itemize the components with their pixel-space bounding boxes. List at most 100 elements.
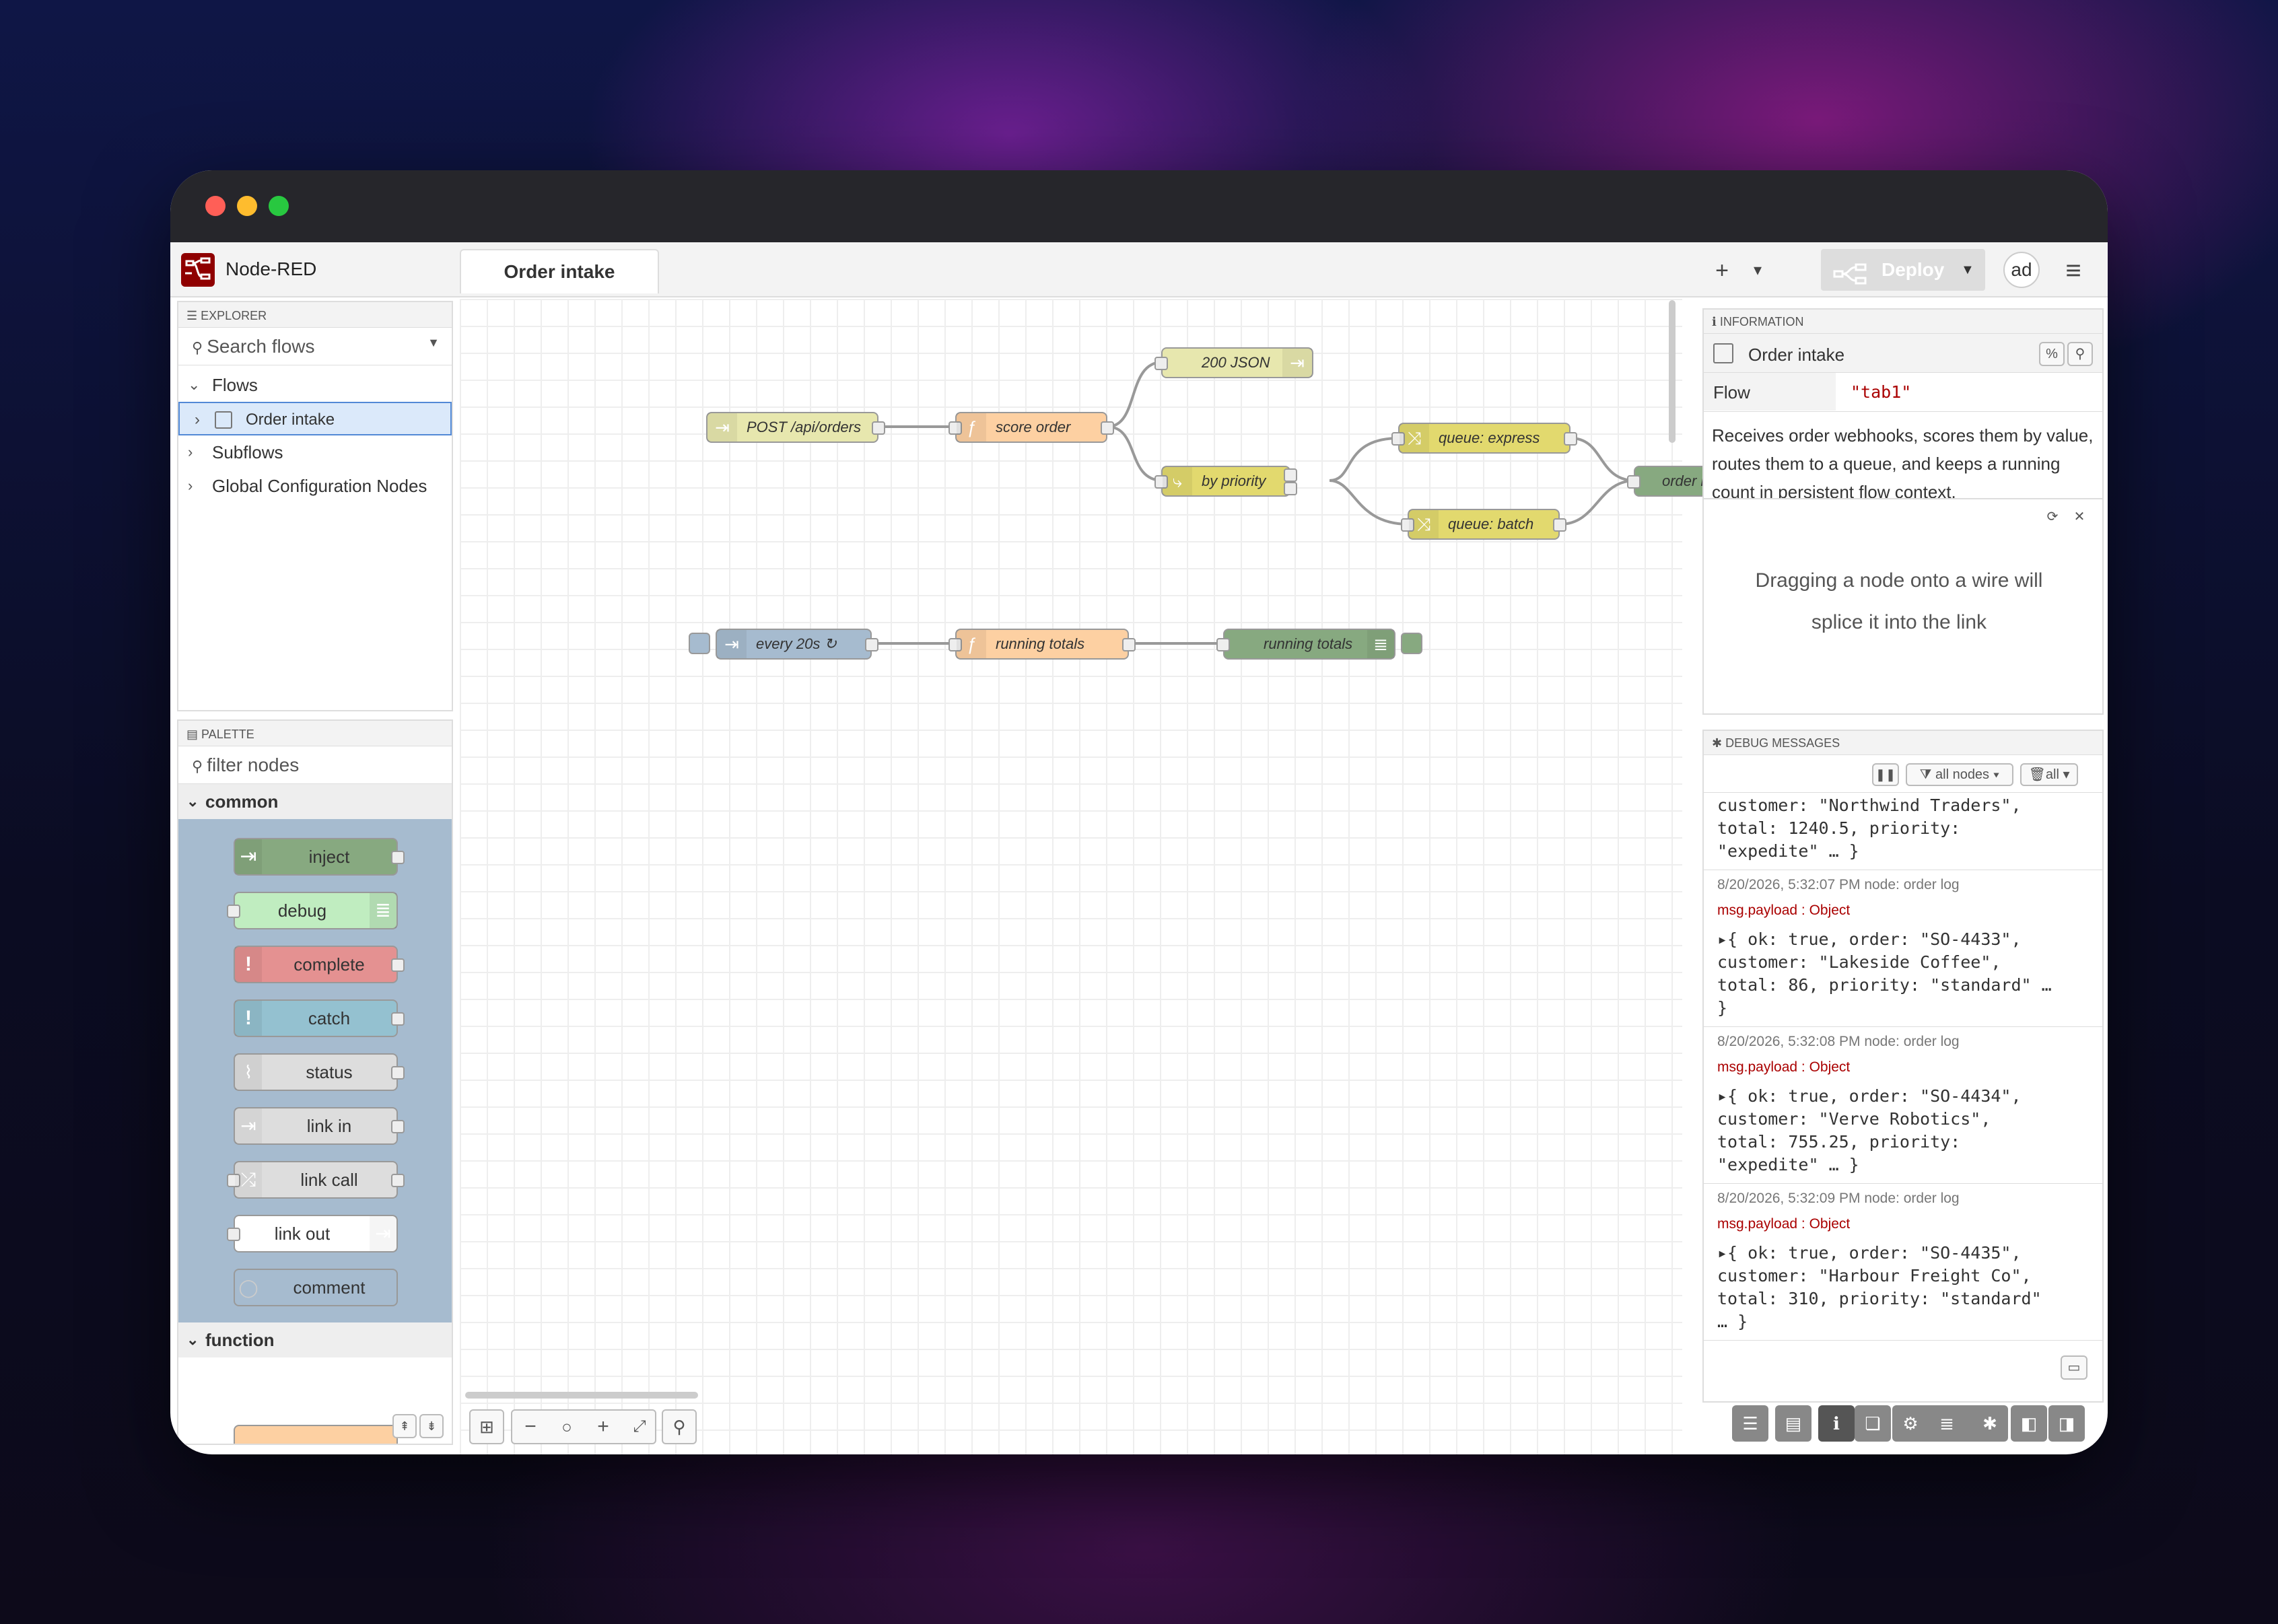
flow-node-switch-by-priority[interactable]: ⤷ by priority <box>1154 466 1297 497</box>
output-port[interactable] <box>1564 432 1577 446</box>
output-port[interactable] <box>872 421 885 435</box>
maximize-window-button[interactable] <box>269 196 289 216</box>
tree-item-flows[interactable]: ⌄ Flows <box>178 368 452 402</box>
palette-node-function-partial[interactable] <box>234 1425 398 1444</box>
palette-node-link-call[interactable]: ⤮ link call <box>227 1161 405 1199</box>
wire[interactable] <box>1329 479 1410 526</box>
palette-node-link-in[interactable]: ⇥ link in <box>234 1107 405 1145</box>
navigator-map-icon[interactable]: ⊞ <box>469 1409 504 1444</box>
palette-category-common[interactable]: ⌄ common <box>178 784 452 819</box>
help-tab-icon[interactable]: ❏ <box>1855 1405 1891 1442</box>
debug-tab-icon[interactable]: ✱ <box>1972 1405 2008 1442</box>
debug-toggle-button[interactable] <box>1401 633 1422 654</box>
output-port[interactable] <box>1122 638 1136 651</box>
output-port[interactable] <box>1284 482 1297 495</box>
flow-node-change-queue-batch[interactable]: ⤨ queue: batch <box>1401 509 1566 540</box>
config-tab-icon[interactable]: ⚙ <box>1892 1405 1929 1442</box>
wire[interactable] <box>1107 425 1163 482</box>
tree-item-order-intake[interactable]: › Order intake <box>178 402 452 435</box>
debug-message-body[interactable]: ▸{ ok: true, order: "SO-4435", customer: … <box>1717 1242 2089 1333</box>
zoom-in-icon[interactable]: + <box>585 1411 621 1443</box>
tree-item-global-config[interactable]: › Global Configuration Nodes <box>178 469 452 503</box>
output-port[interactable] <box>391 958 405 972</box>
debug-message-list[interactable]: customer: "Northwind Traders", total: 124… <box>1704 793 2102 1389</box>
explorer-tab-icon[interactable]: ☰ <box>1732 1405 1768 1442</box>
flow-node-debug-running-totals[interactable]: running totals ≣ <box>1216 629 1395 660</box>
main-menu-icon[interactable]: ≡ <box>2055 252 2092 289</box>
toggle-right-sidebar-icon[interactable]: ◨ <box>2048 1405 2085 1442</box>
debug-message-body[interactable]: ▸{ ok: true, order: "SO-4434", customer: … <box>1717 1085 2089 1176</box>
http-response-icon: ⇥ <box>1282 349 1312 377</box>
flow-node-function-running-totals[interactable]: ƒ running totals <box>948 629 1136 660</box>
horizontal-scrollbar[interactable] <box>465 1392 698 1399</box>
clear-messages-dropdown[interactable]: 🗑all ▾ <box>2020 763 2078 786</box>
context-tab-icon[interactable]: ≣ <box>1929 1405 1965 1442</box>
input-port[interactable] <box>227 1228 240 1241</box>
search-canvas-icon[interactable]: ⚲ <box>662 1409 697 1444</box>
palette-category-function[interactable]: ⌄ function <box>178 1322 452 1357</box>
refresh-icon[interactable]: ⟳ <box>2040 506 2065 530</box>
flow-node-http-response[interactable]: 200 JSON ⇥ <box>1154 347 1313 378</box>
flow-node-function-score-order[interactable]: ƒ score order <box>948 412 1114 443</box>
palette-node-complete[interactable]: ! complete <box>234 946 405 983</box>
add-flow-button[interactable]: + <box>1705 252 1739 289</box>
close-window-button[interactable] <box>205 196 226 216</box>
zoom-fit-icon[interactable]: ⤢ <box>621 1411 658 1443</box>
filter-nodes-field[interactable]: ⚲ filter nodes <box>178 746 452 784</box>
input-port[interactable] <box>227 905 240 918</box>
vertical-scrollbar[interactable] <box>1669 300 1676 443</box>
zoom-out-icon[interactable]: − <box>512 1411 549 1443</box>
debug-message-body[interactable]: ▸{ ok: true, order: "SO-4433", customer: … <box>1717 928 2089 1020</box>
palette-node-comment[interactable]: ◯ comment <box>234 1269 398 1306</box>
wire[interactable] <box>1570 437 1636 482</box>
wire[interactable] <box>1107 361 1163 428</box>
expand-all-icon[interactable]: ⇟ <box>419 1414 444 1438</box>
deploy-button[interactable]: Deploy ▼ <box>1821 249 1985 291</box>
input-port[interactable] <box>1216 638 1230 651</box>
search-dropdown-icon[interactable]: ▼ <box>427 336 440 350</box>
output-port[interactable] <box>391 1066 405 1080</box>
output-port[interactable] <box>1553 518 1566 532</box>
output-port[interactable] <box>1284 468 1297 482</box>
flow-node-change-queue-express[interactable]: ⤨ queue: express <box>1391 423 1577 454</box>
palette-node-status[interactable]: ⌇ status <box>234 1053 405 1091</box>
minimize-window-button[interactable] <box>237 196 257 216</box>
palette-node-catch[interactable]: ! catch <box>234 999 405 1037</box>
debug-message-body[interactable]: customer: "Northwind Traders", total: 124… <box>1717 794 2089 863</box>
search-icon[interactable]: ⚲ <box>2067 342 2093 366</box>
wire[interactable] <box>1329 437 1400 482</box>
input-port[interactable] <box>1627 475 1641 489</box>
zoom-reset-icon[interactable]: ○ <box>549 1411 585 1443</box>
palette-tab-icon[interactable]: ▤ <box>1775 1405 1811 1442</box>
search-flows-field[interactable]: ⚲ Search flows ▼ <box>178 328 452 365</box>
deploy-menu-icon[interactable]: ▼ <box>1961 249 1974 291</box>
link-icon[interactable]: % <box>2039 342 2065 366</box>
tree-item-subflows[interactable]: › Subflows <box>178 435 452 469</box>
output-port[interactable] <box>391 1012 405 1026</box>
pause-icon[interactable]: ❚❚ <box>1872 763 1899 786</box>
palette-node-debug[interactable]: debug ≣ <box>227 892 398 929</box>
tab-order-intake[interactable]: Order intake <box>460 249 659 293</box>
toggle-left-sidebar-icon[interactable]: ◧ <box>2011 1405 2047 1442</box>
input-port[interactable] <box>1154 357 1168 370</box>
node-label: complete <box>294 954 365 975</box>
flow-node-inject-every-20s[interactable]: ⇥ every 20s ↻ <box>716 629 878 660</box>
output-port[interactable] <box>1101 421 1114 435</box>
output-port[interactable] <box>391 1120 405 1133</box>
palette-node-link-out[interactable]: link out ⇥ <box>227 1215 398 1252</box>
output-port[interactable] <box>391 1174 405 1187</box>
close-icon[interactable]: ✕ <box>2067 506 2092 530</box>
filter-nodes-dropdown[interactable]: ⧩ all nodes ▾ <box>1906 763 2013 786</box>
user-avatar[interactable]: ad <box>2003 252 2040 288</box>
info-tab-icon[interactable]: ℹ <box>1818 1405 1855 1442</box>
output-port[interactable] <box>865 638 878 651</box>
collapse-all-icon[interactable]: ⇞ <box>392 1414 417 1438</box>
flow-canvas[interactable]: ⇥ POST /api/orders ƒ score order 200 JSO… <box>460 299 1793 1454</box>
wire[interactable] <box>1559 479 1636 526</box>
flow-node-http-in[interactable]: ⇥ POST /api/orders <box>706 412 885 443</box>
palette-node-inject[interactable]: ⇥ inject <box>234 838 405 876</box>
tab-list-button[interactable]: ▾ <box>1744 252 1771 289</box>
output-port[interactable] <box>391 851 405 864</box>
open-debug-window-icon[interactable]: ▭ <box>2061 1355 2087 1380</box>
inject-trigger-button[interactable] <box>689 633 710 654</box>
